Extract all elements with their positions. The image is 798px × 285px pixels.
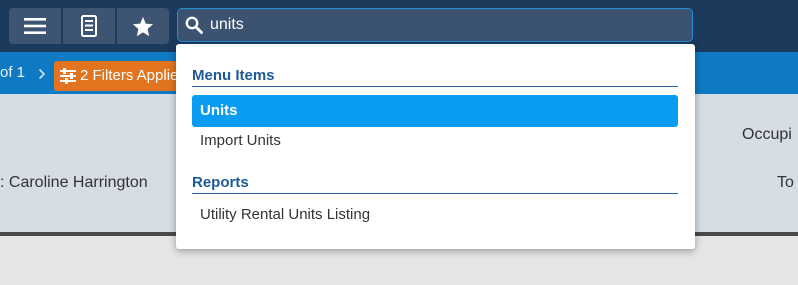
document-icon [81,15,97,37]
section-heading-menu-items: Menu Items [192,67,275,84]
total-label: To [777,174,794,191]
menu-button[interactable] [9,8,61,44]
documents-button[interactable] [63,8,115,44]
result-item-units[interactable]: Units [192,95,678,127]
hamburger-menu-icon [24,18,46,34]
filter-sliders-icon [60,68,76,84]
search-results-dropdown: Menu Items Units Import Units Reports Ut… [176,44,695,249]
result-item-utility-rental-units-listing[interactable]: Utility Rental Units Listing [192,199,678,231]
favorites-button[interactable] [117,8,169,44]
section-divider [192,86,678,87]
manager-name: : Caroline Harrington [0,174,148,191]
filters-label: 2 Filters Applied [80,67,187,84]
result-item-import-units[interactable]: Import Units [192,125,678,157]
search-input[interactable] [210,13,670,37]
chevron-right-icon[interactable] [38,68,46,80]
section-divider [192,193,678,194]
search-box[interactable] [177,8,693,42]
search-icon [185,16,203,34]
star-icon [132,16,154,36]
section-heading-reports: Reports [192,174,249,191]
pager-text: of 1 [0,64,26,81]
occupied-label: Occupi [742,126,792,143]
